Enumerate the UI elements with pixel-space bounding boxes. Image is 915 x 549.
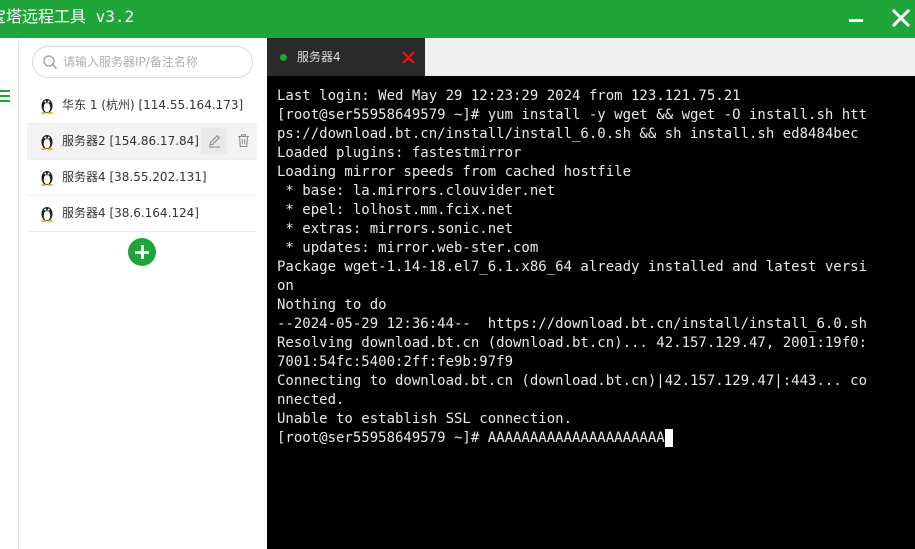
delete-server-button[interactable] bbox=[230, 128, 256, 154]
edit-server-button[interactable] bbox=[201, 128, 227, 154]
title-bar: 宝塔远程工具 v3.2 bbox=[0, 0, 915, 38]
close-icon bbox=[891, 8, 911, 28]
shell-prompt: [root@ser55958649579 ~]# bbox=[277, 430, 488, 446]
search-input[interactable] bbox=[63, 52, 243, 72]
trash-icon bbox=[238, 134, 249, 148]
terminal-line: nnected. bbox=[277, 392, 345, 408]
app-title: 宝塔远程工具 v3.2 bbox=[0, 7, 135, 26]
server-item[interactable]: 服务器2 [154.86.17.84] bbox=[27, 124, 257, 160]
minimize-icon bbox=[849, 19, 863, 22]
terminal-line: [root@ser55958649579 ~]# yum install -y … bbox=[277, 107, 868, 123]
terminal-line: * epel: lolhost.mm.fcix.net bbox=[277, 202, 514, 218]
terminal-line: Last login: Wed May 29 12:23:29 2024 fro… bbox=[277, 88, 741, 104]
session-tabbar: 服务器4 bbox=[267, 38, 915, 76]
server-label: 服务器2 [154.86.17.84] bbox=[62, 134, 199, 148]
server-item[interactable]: 华东 1 (杭州) [114.55.164.173] bbox=[27, 88, 257, 124]
linux-penguin-icon bbox=[41, 171, 53, 186]
terminal-line: * extras: mirrors.sonic.net bbox=[277, 221, 514, 237]
linux-penguin-icon bbox=[41, 207, 53, 222]
terminal-view[interactable]: Last login: Wed May 29 12:23:29 2024 fro… bbox=[267, 76, 915, 549]
terminal-line: Unable to establish SSL connection. bbox=[277, 411, 573, 427]
terminal-line: * updates: mirror.web-ster.com bbox=[277, 240, 539, 256]
terminal-line: Loaded plugins: fastestmirror bbox=[277, 145, 522, 161]
terminal-line: --2024-05-29 12:36:44-- https://download… bbox=[277, 316, 868, 332]
connected-status-dot bbox=[280, 54, 287, 61]
terminal-cursor bbox=[664, 429, 673, 447]
linux-penguin-icon bbox=[41, 99, 53, 114]
terminal-line: Loading mirror speeds from cached hostfi… bbox=[277, 164, 632, 180]
minimize-button[interactable] bbox=[842, 0, 872, 38]
server-label: 服务器4 [38.6.164.124] bbox=[62, 206, 199, 220]
add-server-button[interactable] bbox=[128, 238, 156, 266]
terminal-line: 7001:54fc:5400:2ff:fe9b:97f9 bbox=[277, 354, 514, 370]
server-item[interactable]: 服务器4 [38.55.202.131] bbox=[27, 160, 257, 196]
tab-close-icon[interactable] bbox=[402, 51, 415, 64]
close-button[interactable] bbox=[886, 0, 915, 38]
search-box bbox=[32, 46, 253, 78]
linux-penguin-icon bbox=[41, 135, 53, 150]
menu-icon[interactable] bbox=[0, 90, 10, 105]
terminal-prompt-line[interactable]: [root@ser55958649579 ~]# AAAAAAAAAAAAAAA… bbox=[277, 429, 867, 448]
terminal-line: Resolving download.bt.cn (download.bt.cn… bbox=[277, 335, 868, 351]
server-label: 服务器4 [38.55.202.131] bbox=[62, 170, 207, 184]
left-strip bbox=[0, 38, 19, 549]
server-label: 华东 1 (杭州) [114.55.164.173] bbox=[62, 98, 244, 112]
terminal-line: Package wget-1.14-18.el7_6.1.x86_64 alre… bbox=[277, 259, 868, 275]
server-sidebar: 华东 1 (杭州) [114.55.164.173] 服务器2 [154.86.1… bbox=[19, 38, 267, 549]
tab-label: 服务器4 bbox=[297, 50, 341, 64]
terminal-line: Nothing to do bbox=[277, 297, 387, 313]
edit-icon bbox=[209, 134, 221, 148]
terminal-output: Last login: Wed May 29 12:23:29 2024 fro… bbox=[277, 87, 867, 448]
server-list: 华东 1 (杭州) [114.55.164.173] 服务器2 [154.86.1… bbox=[27, 88, 257, 232]
server-item[interactable]: 服务器4 [38.6.164.124] bbox=[27, 196, 257, 232]
terminal-line: ps://download.bt.cn/install/install_6.0.… bbox=[277, 126, 859, 142]
terminal-line: Connecting to download.bt.cn (download.b… bbox=[277, 373, 868, 389]
terminal-line: * base: la.mirrors.clouvider.net bbox=[277, 183, 556, 199]
command-input[interactable]: AAAAAAAAAAAAAAAAAAAAA bbox=[488, 430, 665, 446]
tab-server4[interactable]: 服务器4 bbox=[267, 38, 425, 76]
terminal-line: on bbox=[277, 278, 294, 294]
search-icon bbox=[43, 55, 57, 69]
